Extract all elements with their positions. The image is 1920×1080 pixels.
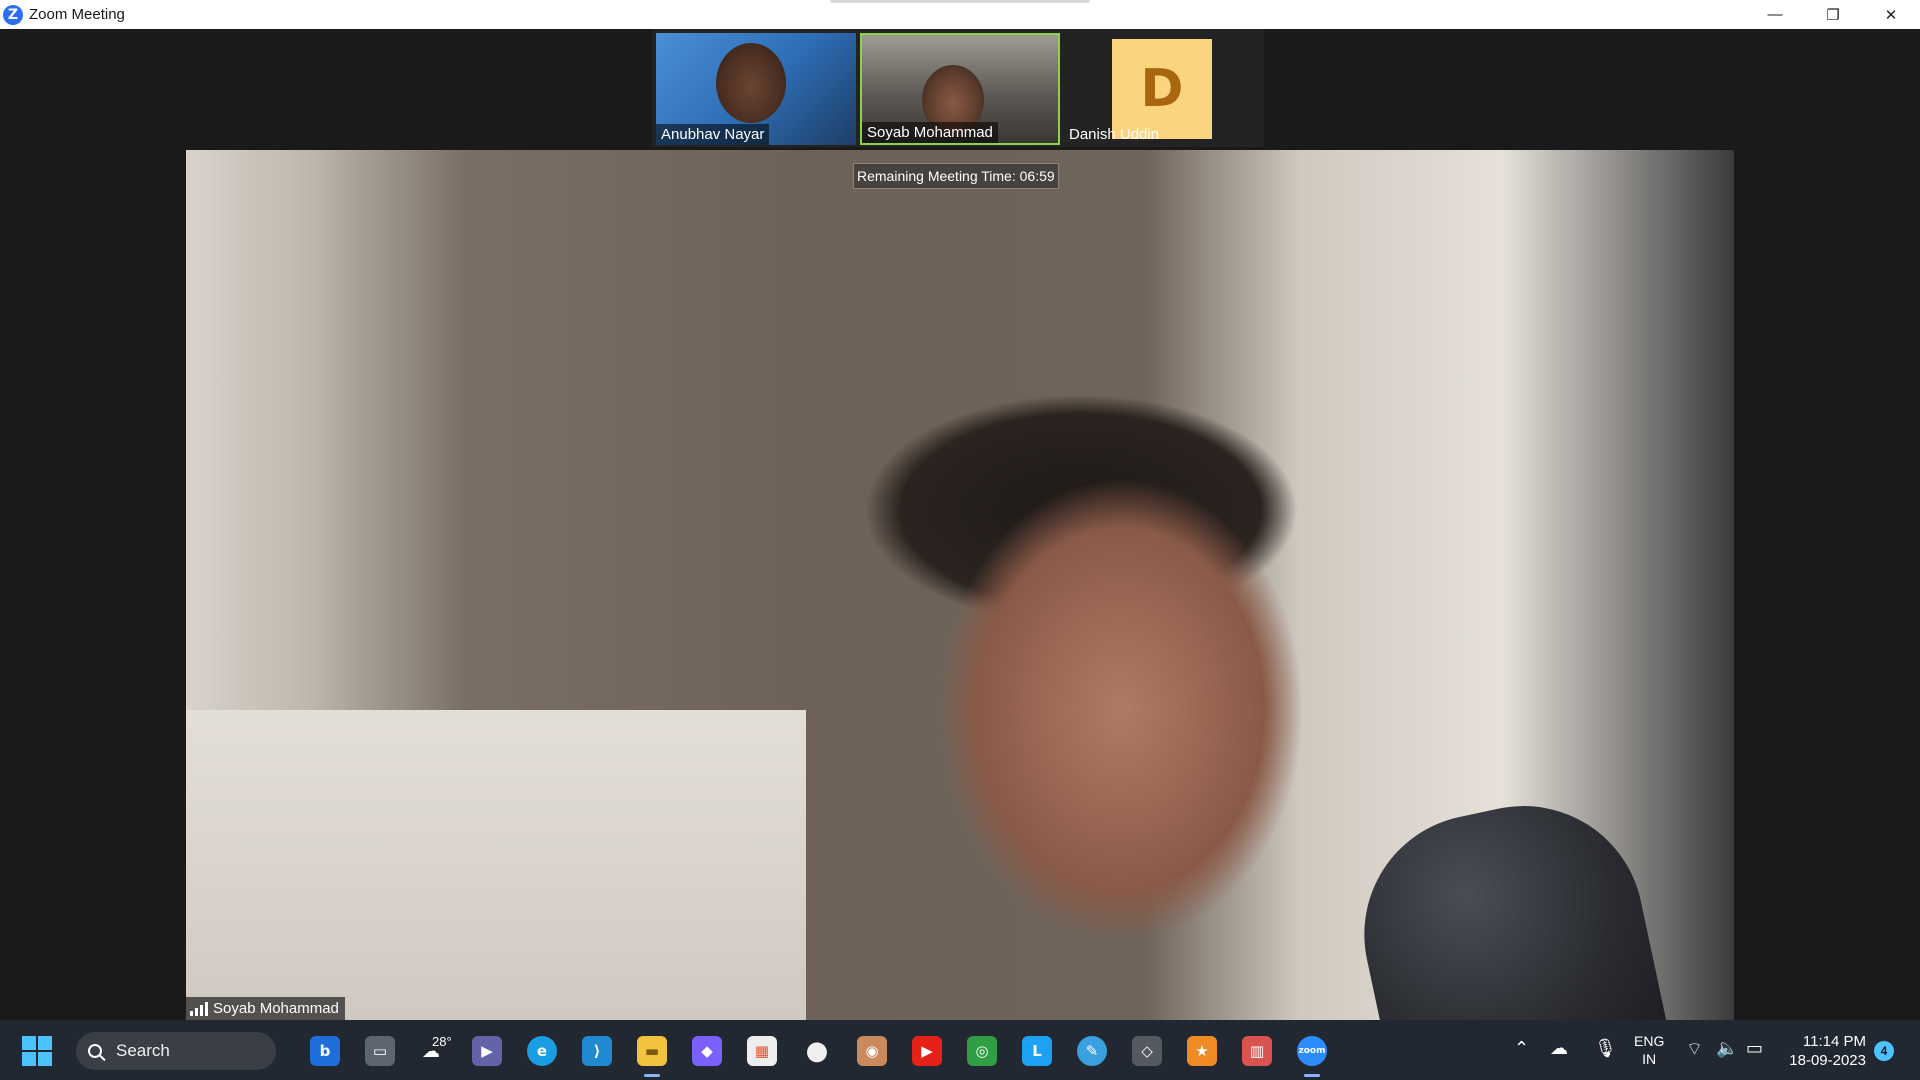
drag-handle[interactable] <box>830 0 1090 3</box>
language-indicator[interactable]: ENG IN <box>1634 1032 1664 1068</box>
folder-icon[interactable]: ▬ <box>637 1036 667 1066</box>
clock-date: 18-09-2023 <box>1789 1052 1866 1069</box>
wifi-icon[interactable]: ⌔ <box>1686 1038 1703 1061</box>
participant-name: Soyab Mohammad <box>862 122 998 143</box>
window-controls: — ❐ ✕ <box>1746 0 1920 29</box>
window-titlebar: Z Zoom Meeting — ❐ ✕ <box>0 0 1920 29</box>
video-background-wall <box>186 710 806 1020</box>
onedrive-cloud-icon[interactable]: ☁ <box>1550 1038 1568 1059</box>
running-indicator <box>644 1074 660 1077</box>
taskbar: Search b ▭ ☁ 28° ▶ e ⟩ ▬ ◆ ▦ ● ◉ ▶ ◎ L ✎… <box>0 1020 1920 1080</box>
zoom-logo-icon: Z <box>3 4 23 25</box>
github-icon[interactable]: ● <box>802 1036 832 1066</box>
volume-icon[interactable]: 🔈 <box>1716 1038 1738 1059</box>
battery-icon[interactable]: ▭ <box>1746 1038 1763 1059</box>
search-icon <box>88 1044 102 1058</box>
meeting-area: Anubhav Nayar Soyab Mohammad D Danish Ud… <box>0 29 1920 1020</box>
git-icon[interactable]: ◇ <box>1132 1036 1162 1066</box>
app-icon[interactable]: ◉ <box>857 1036 887 1066</box>
paint-icon[interactable]: ✎ <box>1077 1036 1107 1066</box>
meet-video-icon[interactable]: ▶ <box>472 1036 502 1066</box>
close-button[interactable]: ✕ <box>1862 0 1920 29</box>
bing-icon[interactable]: b <box>310 1036 340 1066</box>
store-icon[interactable]: ▦ <box>747 1036 777 1066</box>
clock-time: 11:14 PM <box>1802 1033 1866 1050</box>
minimize-button[interactable]: — <box>1746 0 1804 29</box>
edge-icon[interactable]: e <box>527 1036 557 1066</box>
zoom-icon[interactable]: zoom <box>1297 1036 1327 1066</box>
show-hidden-icons-chevron-icon[interactable]: ⌃ <box>1514 1038 1529 1059</box>
connection-signal-icon <box>190 1001 208 1016</box>
participant-tile[interactable]: Anubhav Nayar <box>656 33 856 145</box>
system-clock[interactable]: 11:14 PM 18-09-2023 <box>1786 1032 1866 1070</box>
participant-name: Danish Uddin <box>1069 126 1160 143</box>
window-title: Zoom Meeting <box>29 6 125 23</box>
taskbar-search[interactable]: Search <box>76 1032 276 1070</box>
speaker-name-label: Soyab Mohammad <box>186 997 345 1020</box>
remaining-time-label: Remaining Meeting Time: 06:59 <box>853 163 1059 189</box>
task-view-icon[interactable]: ▭ <box>365 1036 395 1066</box>
l-app-icon[interactable]: L <box>1022 1036 1052 1066</box>
windows-logo-icon <box>22 1036 36 1050</box>
active-speaker-video[interactable]: Remaining Meeting Time: 06:59 Soyab Moha… <box>186 150 1734 1020</box>
restore-button[interactable]: ❐ <box>1804 0 1862 29</box>
start-button[interactable] <box>22 1036 52 1066</box>
video-chair <box>1342 783 1670 1020</box>
participant-tile-active-speaker[interactable]: Soyab Mohammad <box>860 33 1060 145</box>
participant-video <box>716 43 786 123</box>
weather-temp: 28° <box>432 1034 452 1049</box>
youtube-icon[interactable]: ▶ <box>912 1036 942 1066</box>
participant-name: Anubhav Nayar <box>656 124 770 145</box>
microphone-icon[interactable]: 🎙 <box>1594 1038 1617 1059</box>
running-indicator <box>1304 1074 1320 1077</box>
speaker-name: Soyab Mohammad <box>213 1000 339 1017</box>
participant-tile[interactable]: D Danish Uddin <box>1064 33 1264 145</box>
region-code: IN <box>1642 1051 1657 1067</box>
search-label: Search <box>116 1041 170 1060</box>
vscode-icon[interactable]: ⟩ <box>582 1036 612 1066</box>
reward-icon[interactable]: ★ <box>1187 1036 1217 1066</box>
bars-app-icon[interactable]: ▥ <box>1242 1036 1272 1066</box>
gallery-strip: Anubhav Nayar Soyab Mohammad D Danish Ud… <box>652 29 1264 147</box>
glasses-app-icon[interactable]: ◎ <box>967 1036 997 1066</box>
notification-badge[interactable]: 4 <box>1874 1041 1894 1061</box>
copilot-icon[interactable]: ◆ <box>692 1036 722 1066</box>
language-code: ENG <box>1634 1033 1665 1049</box>
